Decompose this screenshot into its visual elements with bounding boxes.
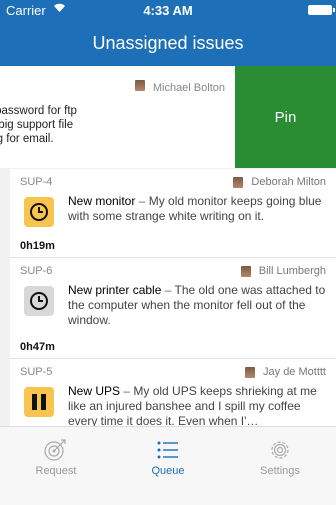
issue-duration: 0h47m — [20, 341, 55, 353]
avatar — [245, 366, 256, 378]
swiped-issue-content[interactable]: Michael Bolton orary username and passwo… — [0, 66, 235, 168]
page-title: Unassigned issues — [92, 33, 244, 53]
issue-row[interactable]: SUP-4 Deborah Milton New monitor – My ol… — [10, 169, 336, 258]
tab-label: Queue — [151, 465, 185, 477]
pin-button[interactable]: Pin — [235, 66, 336, 168]
issue-id: SUP-6 — [20, 265, 53, 277]
tab-label: Settings — [260, 465, 300, 477]
issue-author: Jay de Motttt — [245, 366, 326, 378]
gear-icon — [271, 441, 289, 459]
list-icon — [157, 441, 178, 459]
battery-icon — [308, 5, 335, 15]
tab-label: Request — [35, 465, 77, 477]
issue-author: Bill Lumbergh — [240, 265, 326, 277]
status-tile — [24, 197, 54, 227]
status-tile — [24, 286, 54, 316]
navigation-bar: Unassigned issues — [0, 20, 336, 66]
issue-id: SUP-5 — [20, 366, 53, 378]
target-icon — [44, 439, 66, 461]
issue-list[interactable]: Michael Bolton orary username and passwo… — [0, 66, 336, 426]
clock-icon — [30, 203, 48, 221]
issue-description: New printer cable – The old one was atta… — [68, 283, 326, 327]
clock-icon — [30, 292, 48, 310]
avatar — [240, 265, 251, 277]
tab-request[interactable]: Request — [0, 427, 112, 505]
status-tile — [24, 387, 54, 417]
issue-description: orary username and password for ftp ed t… — [0, 105, 77, 145]
issue-description: New UPS – My old UPS keeps shrieking at … — [68, 384, 317, 426]
issue-author: Deborah Milton — [233, 176, 326, 188]
tab-queue[interactable]: Queue — [112, 427, 224, 505]
avatar — [134, 80, 145, 91]
issue-row[interactable]: SUP-5 Jay de Motttt New UPS – My old UPS… — [10, 359, 336, 426]
avatar — [233, 176, 244, 188]
tab-bar: Request Queue Settings — [0, 426, 336, 505]
swiped-issue-row[interactable]: Michael Bolton orary username and passwo… — [0, 66, 336, 168]
clock-time: 4:33 AM — [143, 3, 193, 18]
issue-duration: 0h19m — [20, 240, 55, 252]
issue-id: SUP-4 — [20, 176, 53, 188]
issue-row[interactable]: SUP-6 Bill Lumbergh New printer cable – … — [10, 258, 336, 359]
status-bar: Carrier 4:33 AM — [0, 0, 336, 20]
issue-author: Michael Bolton — [134, 80, 225, 94]
tab-settings[interactable]: Settings — [224, 427, 336, 505]
pause-icon — [32, 394, 46, 410]
issue-description: New monitor – My old monitor keeps going… — [68, 194, 322, 223]
